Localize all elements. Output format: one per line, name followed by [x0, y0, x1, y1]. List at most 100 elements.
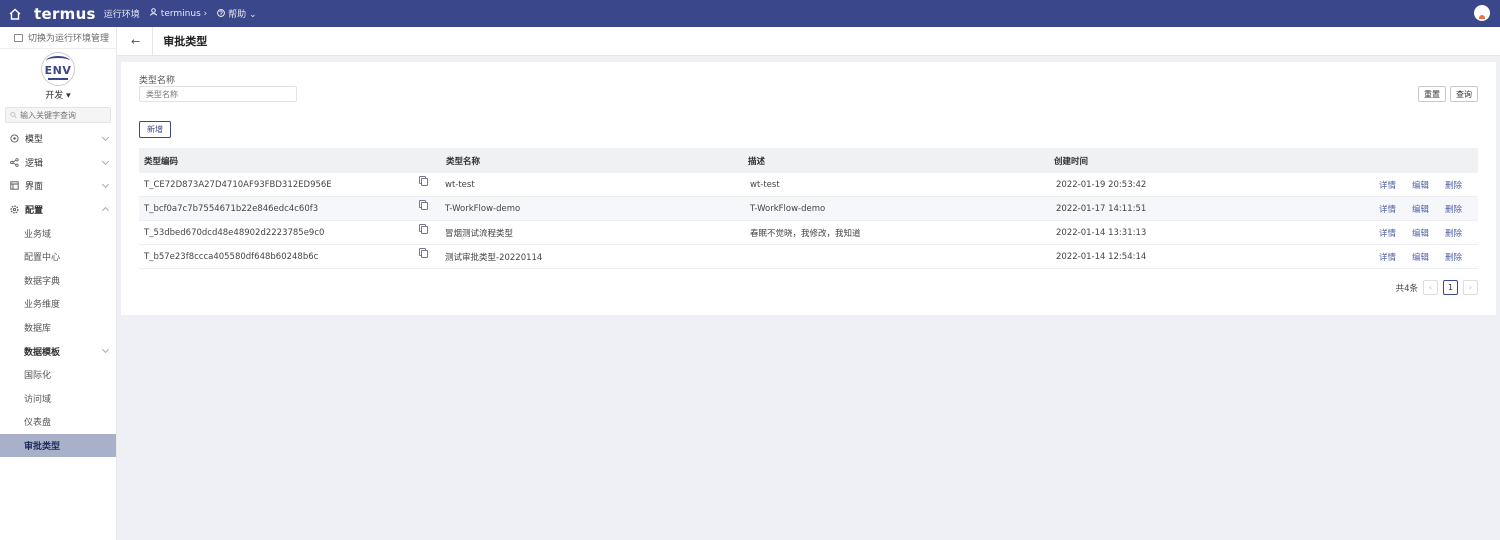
sidebar-subitem-data-dictionary[interactable]: 数据字典	[0, 269, 116, 293]
total-count: 共4条	[1395, 283, 1418, 294]
user-avatar[interactable]	[1474, 5, 1490, 21]
sidebar-subitem-approval-type[interactable]: 审批类型	[0, 433, 116, 458]
sidebar-item-label: 配置	[25, 206, 44, 217]
next-page-button[interactable]: ›	[1463, 280, 1478, 295]
top-bar: termus 运行环境 terminus › 帮助 ⌄	[0, 0, 1500, 27]
table-row: T_bcf0a7c7b7554671b22e846edc4c60f3 T-Wor…	[139, 197, 1478, 221]
sidebar-subitem-data-template[interactable]: 数据模板	[0, 339, 116, 363]
sidebar: 切换为运行环境管理 ENV 开发 ▾ 模型 逻辑 界面 配置 业务域 配置中心 …	[0, 27, 117, 540]
content-card: 类型名称 重置 查询 新增 类型编码 类型名称 描述 创建时间 T_CE72D8…	[121, 62, 1496, 315]
detail-link[interactable]: 详情	[1379, 179, 1396, 191]
model-icon	[10, 134, 19, 143]
chevron-down-icon	[101, 133, 110, 142]
copy-icon[interactable]	[419, 247, 428, 258]
chevron-up-icon	[101, 206, 110, 214]
sidebar-item-label: 界面	[25, 182, 44, 193]
detail-link[interactable]: 详情	[1379, 251, 1396, 263]
created-time: 2022-01-14 12:54:14	[1056, 251, 1147, 262]
switch-env-label: 切换为运行环境管理	[28, 34, 110, 44]
sidebar-item-label: 模型	[25, 135, 44, 146]
prev-page-button[interactable]: ‹	[1423, 280, 1438, 295]
sidebar-item-ui[interactable]: 界面	[0, 174, 116, 198]
table-row: T_53dbed670dcd48e48902d2223785e9c0 冒烟测试流…	[139, 221, 1478, 245]
logic-icon	[10, 158, 19, 167]
tenant-switcher[interactable]: terminus ›	[149, 8, 208, 19]
home-icon[interactable]	[8, 7, 22, 21]
edit-link[interactable]: 编辑	[1412, 227, 1429, 239]
sidebar-subitem-business-domain[interactable]: 业务域	[0, 221, 116, 245]
sidebar-item-config[interactable]: 配置	[0, 198, 116, 222]
search-icon	[10, 111, 17, 119]
sidebar-item-model[interactable]: 模型	[0, 127, 116, 151]
ui-icon	[10, 181, 19, 191]
detail-link[interactable]: 详情	[1379, 227, 1396, 239]
type-description: 春眠不觉晓，我修改，我知道	[750, 228, 861, 239]
column-header: 描述	[748, 156, 766, 167]
created-time: 2022-01-17 14:11:51	[1056, 203, 1147, 214]
copy-icon[interactable]	[419, 175, 428, 186]
delete-link[interactable]: 删除	[1445, 251, 1462, 263]
switch-env-button[interactable]: 切换为运行环境管理	[0, 27, 116, 49]
help-menu[interactable]: 帮助 ⌄	[217, 7, 257, 20]
pagination: 共4条 ‹ 1 ›	[1396, 280, 1478, 295]
sidebar-subitem-business-dimension[interactable]: 业务维度	[0, 292, 116, 316]
query-button[interactable]: 查询	[1450, 86, 1478, 102]
type-name: T-WorkFlow-demo	[445, 203, 521, 214]
reset-button[interactable]: 重置	[1418, 86, 1446, 102]
sidebar-search-input[interactable]	[20, 110, 110, 120]
created-time: 2022-01-19 20:53:42	[1056, 179, 1147, 190]
user-group-icon	[149, 8, 159, 19]
type-description: wt-test	[750, 179, 780, 190]
back-arrow-icon[interactable]: ←	[131, 35, 140, 48]
sidebar-subitem-i18n[interactable]: 国际化	[0, 363, 116, 387]
chevron-down-icon	[101, 157, 110, 165]
sidebar-item-logic[interactable]: 逻辑	[0, 151, 116, 175]
chevron-right-icon: ›	[203, 9, 208, 19]
sidebar-subitem-dashboard[interactable]: 仪表盘	[0, 410, 116, 434]
table-header: 类型编码 类型名称 描述 创建时间	[139, 148, 1478, 173]
type-code: T_CE72D873A27D4710AF93FBD312ED956E	[144, 179, 332, 190]
env-selector[interactable]: 开发 ▾	[0, 88, 116, 101]
sidebar-subitem-config-center[interactable]: 配置中心	[0, 245, 116, 269]
type-name: wt-test	[445, 179, 475, 190]
config-icon	[10, 205, 19, 214]
type-code: T_b57e23f8ccca405580df648b60248b6c	[144, 251, 319, 262]
chevron-down-icon: ⌄	[249, 10, 257, 20]
copy-icon[interactable]	[419, 223, 428, 234]
type-description: T-WorkFlow-demo	[750, 203, 826, 214]
copy-icon[interactable]	[419, 199, 428, 210]
sidebar-search[interactable]	[5, 107, 111, 123]
edit-link[interactable]: 编辑	[1412, 203, 1429, 215]
edit-link[interactable]: 编辑	[1412, 179, 1429, 191]
delete-link[interactable]: 删除	[1445, 179, 1462, 191]
tenant-name: terminus	[160, 9, 201, 19]
env-logo: ENV	[41, 52, 75, 86]
sidebar-subitem-access-domain[interactable]: 访问域	[0, 387, 116, 411]
page-header: ← 审批类型	[117, 26, 1500, 56]
runtime-env-link[interactable]: 运行环境	[104, 7, 140, 20]
type-name-input[interactable]	[139, 86, 297, 102]
approval-type-table: 类型编码 类型名称 描述 创建时间 T_CE72D873A27D4710AF93…	[139, 148, 1478, 269]
help-label: 帮助	[228, 10, 247, 20]
column-header: 类型名称	[446, 156, 481, 167]
type-name: 测试审批类型-20220114	[445, 252, 543, 263]
delete-link[interactable]: 删除	[1445, 227, 1462, 239]
table-row: T_b57e23f8ccca405580df648b60248b6c 测试审批类…	[139, 245, 1478, 269]
edit-link[interactable]: 编辑	[1412, 251, 1429, 263]
column-header: 创建时间	[1054, 156, 1089, 167]
switch-icon	[14, 33, 23, 42]
chevron-down-icon	[101, 346, 110, 354]
sidebar-item-label: 逻辑	[25, 158, 44, 169]
app-logo[interactable]: termus	[34, 5, 96, 23]
created-time: 2022-01-14 13:31:13	[1056, 227, 1147, 238]
help-circle-icon	[217, 9, 228, 20]
type-code: T_bcf0a7c7b7554671b22e846edc4c60f3	[144, 203, 319, 214]
sidebar-subitem-database[interactable]: 数据库	[0, 316, 116, 340]
detail-link[interactable]: 详情	[1379, 203, 1396, 215]
page-title: 审批类型	[163, 35, 208, 48]
column-header: 类型编码	[144, 156, 179, 167]
page-1-button[interactable]: 1	[1443, 280, 1458, 295]
type-name: 冒烟测试流程类型	[445, 228, 514, 239]
delete-link[interactable]: 删除	[1445, 203, 1462, 215]
add-button[interactable]: 新增	[139, 121, 171, 138]
